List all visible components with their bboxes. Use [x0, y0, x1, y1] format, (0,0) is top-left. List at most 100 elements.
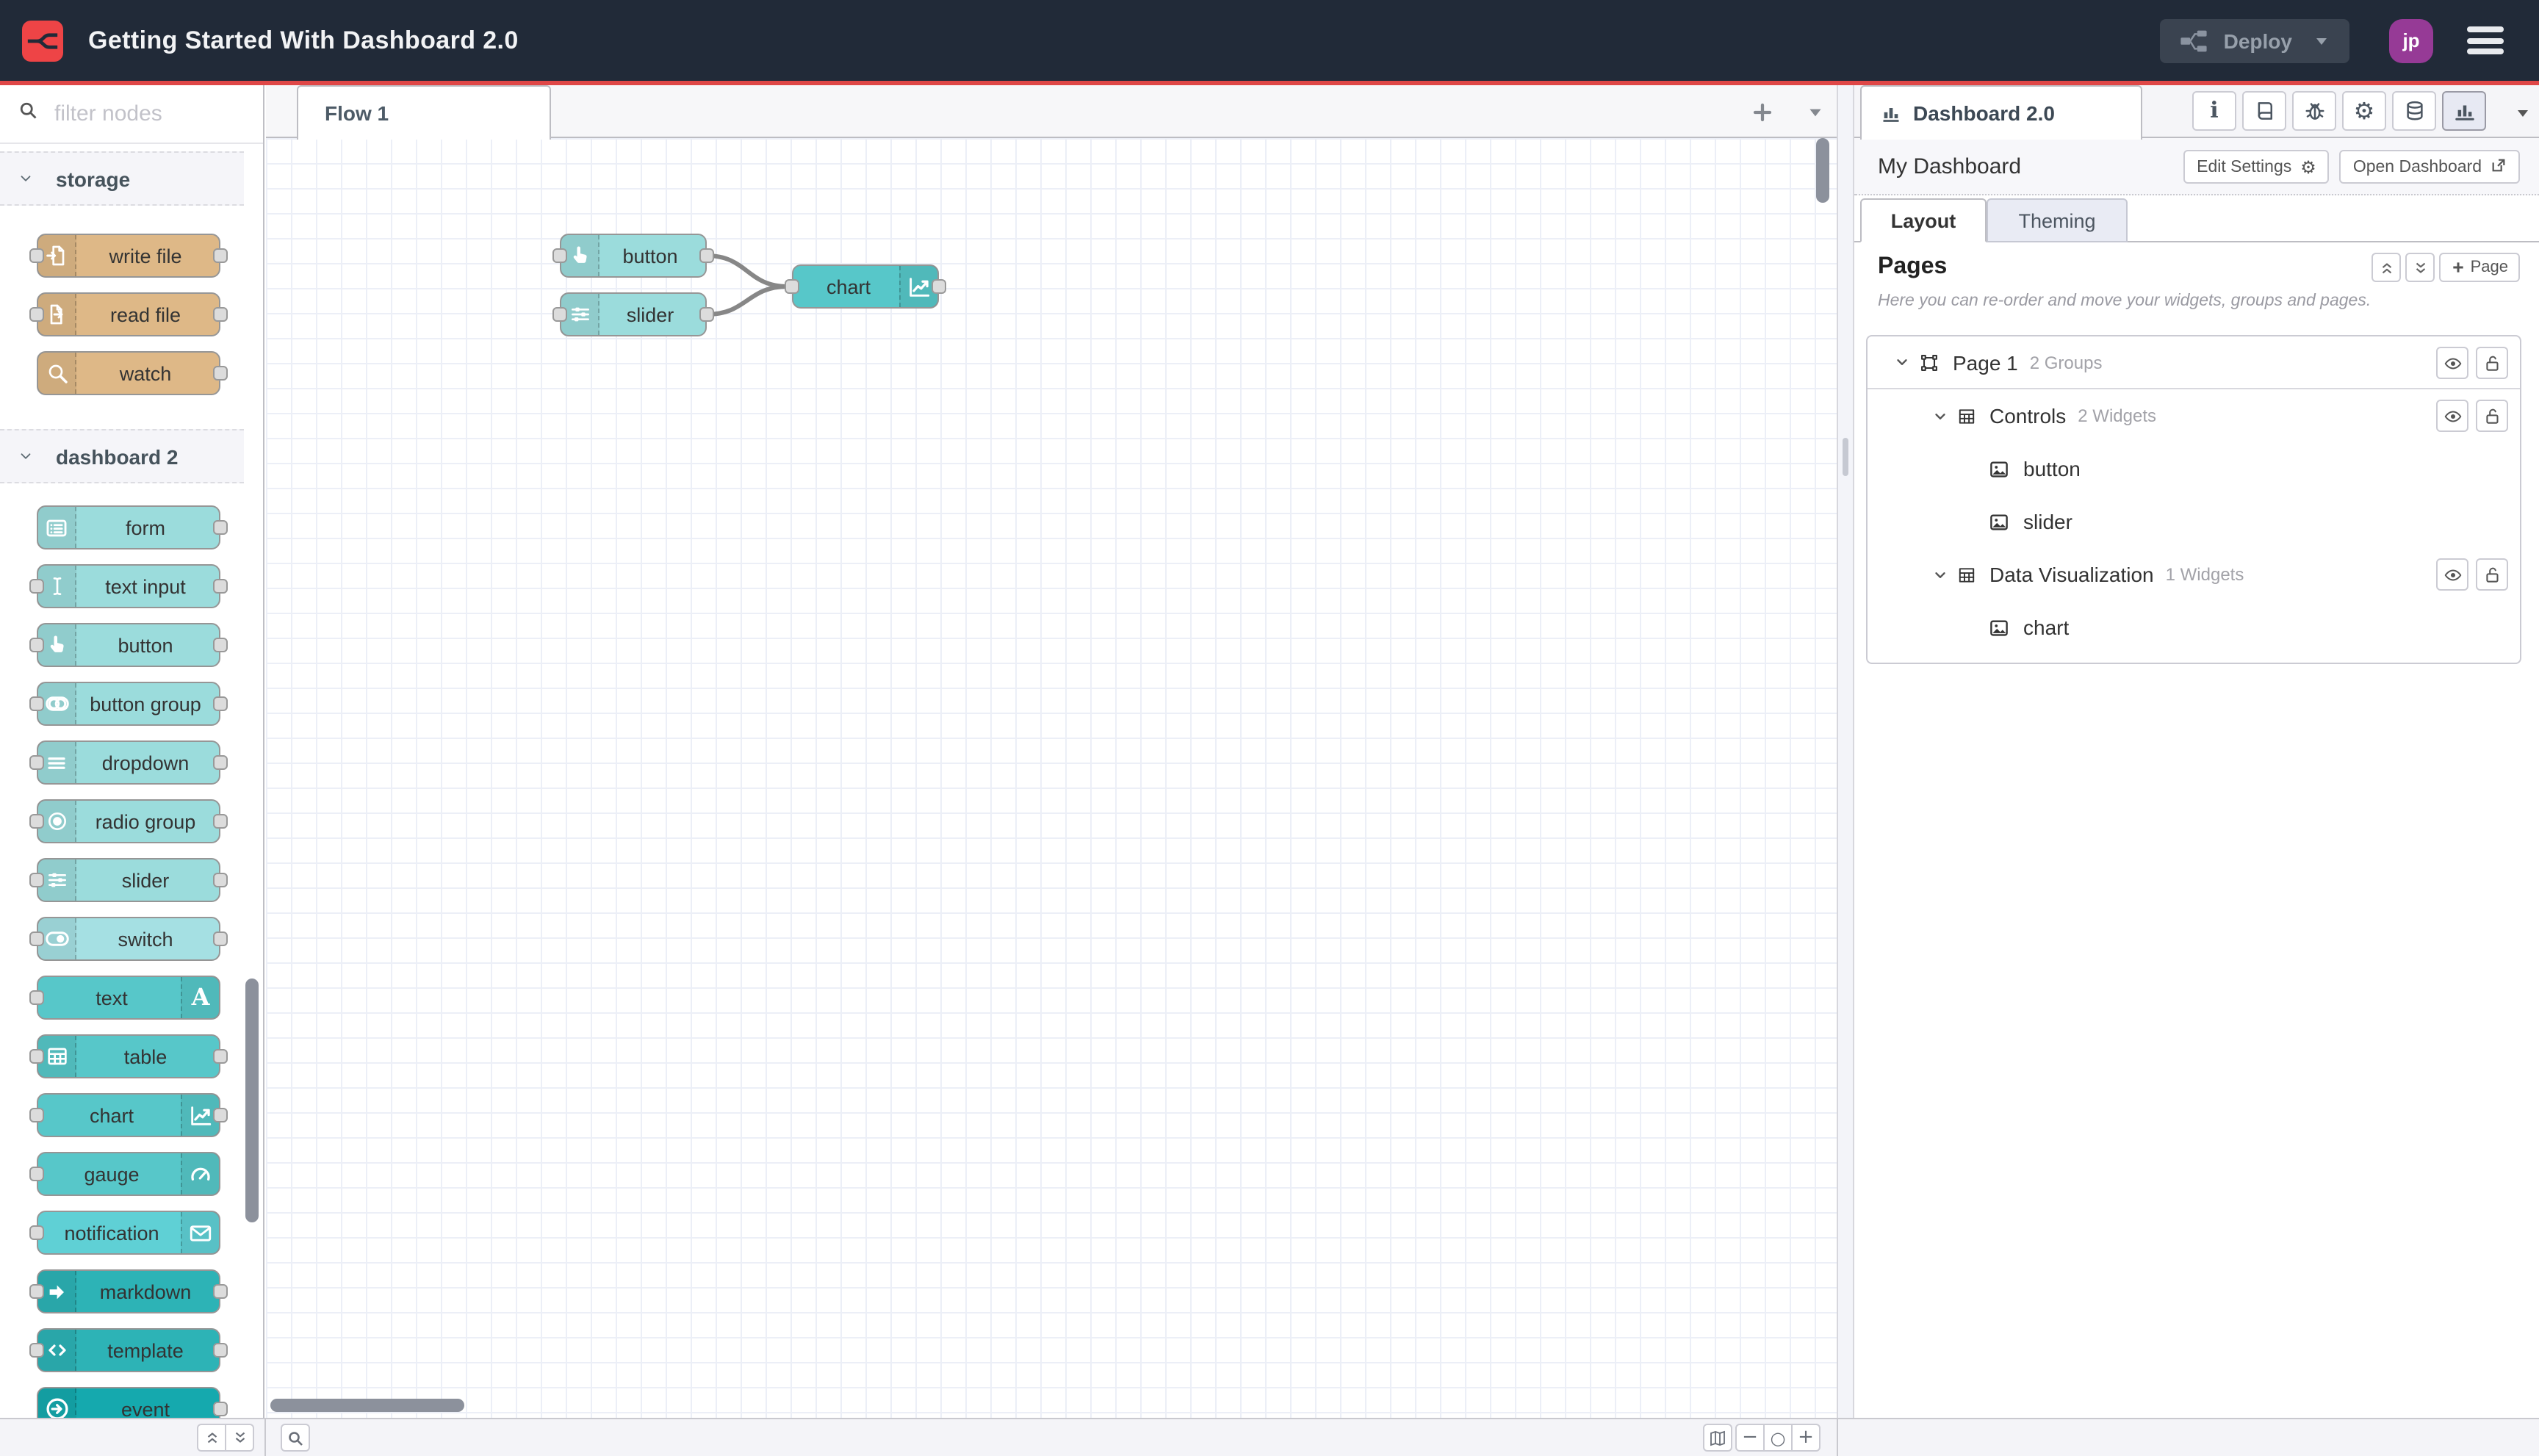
input-port[interactable]	[29, 1343, 44, 1358]
input-port[interactable]	[552, 248, 567, 263]
palette-category-dashboard-2[interactable]: dashboard 2	[0, 429, 244, 483]
chevron-down-icon[interactable]	[1932, 408, 1948, 424]
output-port[interactable]	[213, 696, 228, 711]
palette-scrollbar[interactable]	[245, 979, 259, 1222]
output-port[interactable]	[213, 1108, 228, 1122]
flow-node-button[interactable]: button	[552, 234, 714, 278]
input-port[interactable]	[785, 279, 799, 294]
palette-node-markdown[interactable]: markdown	[29, 1269, 228, 1313]
input-port[interactable]	[29, 931, 44, 946]
wire[interactable]	[705, 253, 790, 289]
output-port[interactable]	[932, 279, 946, 294]
palette-node-write-file[interactable]: write file	[29, 234, 228, 278]
palette-node-button-group[interactable]: button group	[29, 682, 228, 726]
palette-node-dropdown[interactable]: dropdown	[29, 740, 228, 785]
flow-canvas[interactable]: button slider chart	[266, 138, 1837, 1418]
sidebar-tool-dashboard-button[interactable]	[2442, 91, 2486, 131]
deploy-caret-icon[interactable]	[2313, 32, 2330, 49]
tree-row-data-visualization[interactable]: Data Visualization 1 Widgets	[1868, 548, 2520, 601]
flow-node-chart[interactable]: chart	[785, 264, 946, 309]
palette-node-template[interactable]: template	[29, 1328, 228, 1372]
canvas-vertical-scrollbar[interactable]	[1816, 138, 1829, 203]
open-dashboard-button[interactable]: Open Dashboard	[2339, 150, 2520, 184]
tree-row-page-1[interactable]: Page 1 2 Groups	[1868, 336, 2520, 389]
tree-row-button[interactable]: button	[1868, 442, 2520, 495]
palette-expand-button[interactable]	[225, 1424, 254, 1452]
output-port[interactable]	[213, 248, 228, 263]
output-port[interactable]	[213, 366, 228, 381]
wire[interactable]	[705, 284, 790, 317]
palette-node-gauge[interactable]: gauge	[29, 1152, 220, 1196]
tree-row-chart[interactable]: chart	[1868, 601, 2520, 654]
tab-theming[interactable]: Theming	[1987, 198, 2128, 242]
lock-toggle-button[interactable]	[2476, 347, 2508, 379]
deploy-button[interactable]: Deploy	[2160, 18, 2349, 62]
input-port[interactable]	[29, 1167, 44, 1181]
input-port[interactable]	[29, 248, 44, 263]
chevron-down-icon[interactable]	[1932, 566, 1948, 583]
output-port[interactable]	[213, 1402, 228, 1416]
palette-node-read-file[interactable]: read file	[29, 292, 228, 336]
zoom-out-button[interactable]: −	[1735, 1424, 1765, 1452]
output-port[interactable]	[213, 814, 228, 829]
output-port[interactable]	[213, 1284, 228, 1299]
palette-node-text-input[interactable]: text input	[29, 564, 228, 608]
output-port[interactable]	[213, 1343, 228, 1358]
output-port[interactable]	[213, 579, 228, 594]
palette-category-storage[interactable]: storage	[0, 151, 244, 206]
output-port[interactable]	[213, 638, 228, 652]
flow-node-slider[interactable]: slider	[552, 292, 714, 336]
tab-dashboard-2[interactable]: Dashboard 2.0	[1860, 85, 2142, 140]
output-port[interactable]	[699, 248, 714, 263]
output-port[interactable]	[213, 755, 228, 770]
palette-node-text[interactable]: Atext	[29, 976, 220, 1020]
palette-node-slider[interactable]: slider	[29, 858, 228, 902]
visibility-toggle-button[interactable]	[2436, 558, 2468, 591]
sidebar-tool-help-button[interactable]	[2242, 91, 2286, 131]
sidebar-tool-info-button[interactable]: i	[2192, 91, 2236, 131]
main-menu-icon[interactable]	[2467, 26, 2504, 54]
sidebar-tabs-caret-icon[interactable]	[2514, 104, 2532, 122]
tab-flow-1[interactable]: Flow 1	[297, 85, 551, 140]
input-port[interactable]	[29, 1284, 44, 1299]
input-port[interactable]	[29, 696, 44, 711]
input-port[interactable]	[29, 307, 44, 322]
visibility-toggle-button[interactable]	[2436, 347, 2468, 379]
output-port[interactable]	[213, 1049, 228, 1064]
sidebar-tool-debug-button[interactable]	[2292, 91, 2336, 131]
output-port[interactable]	[213, 520, 228, 535]
palette-node-table[interactable]: table	[29, 1034, 228, 1078]
output-port[interactable]	[699, 307, 714, 322]
sidebar-tool-context-button[interactable]	[2392, 91, 2436, 131]
canvas-search-button[interactable]	[281, 1424, 310, 1452]
visibility-toggle-button[interactable]	[2436, 400, 2468, 432]
navigator-button[interactable]	[1703, 1424, 1732, 1452]
expand-all-button[interactable]	[2405, 253, 2435, 282]
palette-node-chart[interactable]: chart	[29, 1093, 228, 1137]
palette-node-radio-group[interactable]: radio group	[29, 799, 228, 843]
zoom-in-button[interactable]: +	[1791, 1424, 1820, 1452]
tab-layout[interactable]: Layout	[1860, 198, 1987, 242]
tree-row-slider[interactable]: slider	[1868, 495, 2520, 548]
palette-node-notification[interactable]: notification	[29, 1211, 220, 1255]
sidebar-splitter[interactable]	[1837, 85, 1854, 1418]
splitter-handle[interactable]	[1843, 438, 1848, 476]
tree-row-controls[interactable]: Controls 2 Widgets	[1868, 389, 2520, 442]
chevron-down-icon[interactable]	[1894, 354, 1910, 370]
palette-node-switch[interactable]: switch	[29, 917, 228, 961]
flow-list-caret-icon[interactable]	[1806, 102, 1825, 121]
palette-node-form[interactable]: form	[37, 505, 228, 549]
input-port[interactable]	[29, 873, 44, 887]
input-port[interactable]	[552, 307, 567, 322]
collapse-all-button[interactable]	[2371, 253, 2402, 282]
add-flow-button[interactable]	[1751, 101, 1773, 123]
user-avatar[interactable]: jp	[2389, 18, 2433, 62]
input-port[interactable]	[29, 814, 44, 829]
palette-node-button[interactable]: button	[29, 623, 228, 667]
output-port[interactable]	[213, 873, 228, 887]
output-port[interactable]	[213, 307, 228, 322]
input-port[interactable]	[29, 755, 44, 770]
input-port[interactable]	[29, 990, 44, 1005]
output-port[interactable]	[213, 931, 228, 946]
input-port[interactable]	[29, 579, 44, 594]
